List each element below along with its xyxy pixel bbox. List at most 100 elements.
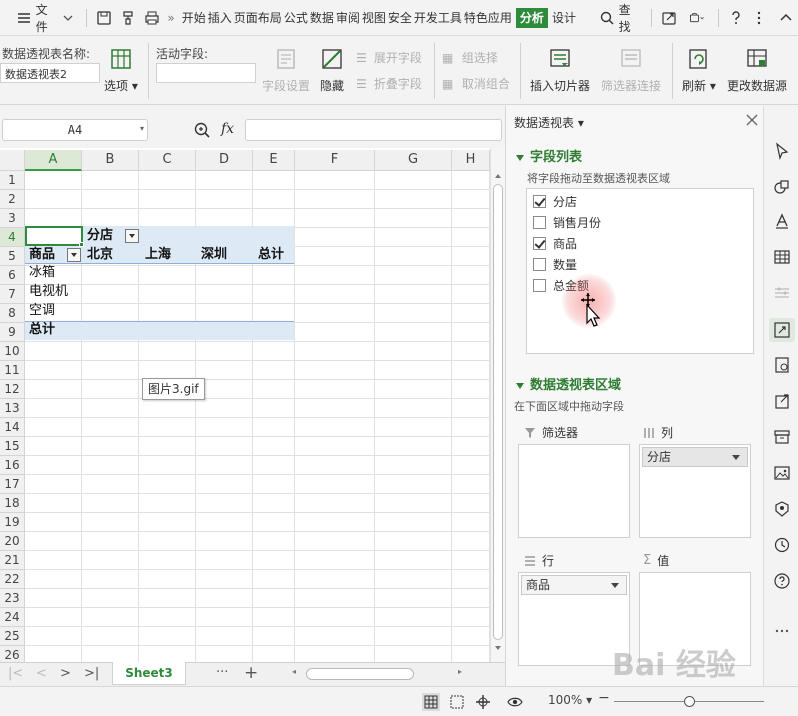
help-icon[interactable] <box>727 9 745 27</box>
horizontal-scroll-thumb[interactable] <box>306 668 414 680</box>
column-field-filter-button[interactable] <box>125 229 139 243</box>
zoom-level[interactable]: 100% ▾ <box>548 693 592 707</box>
column-header[interactable]: G <box>375 150 452 171</box>
row-header[interactable]: 7 <box>0 285 25 304</box>
help-circle-icon[interactable] <box>773 572 791 590</box>
file-menu[interactable]: 文件 <box>8 3 81 34</box>
column-header[interactable]: F <box>295 150 375 171</box>
ungroup-button[interactable]: ▦ 取消组合 <box>442 75 510 92</box>
print-icon[interactable] <box>143 9 161 27</box>
tab-security[interactable]: 安全 <box>387 8 413 28</box>
row-header[interactable]: 20 <box>0 532 25 551</box>
field-checkbox[interactable] <box>533 215 546 229</box>
zoom-slider-thumb[interactable] <box>684 696 695 707</box>
shapes-icon[interactable] <box>773 178 791 196</box>
row-header[interactable]: 2 <box>0 190 25 209</box>
tab-insert[interactable]: 插入 <box>207 8 233 28</box>
hide-button[interactable]: 隐藏 <box>320 47 344 94</box>
expand-field-button[interactable]: ☰ 展开字段 <box>356 49 422 66</box>
select-cursor-icon[interactable] <box>773 142 791 161</box>
row-header[interactable]: 9 <box>0 323 25 342</box>
row-header[interactable]: 6 <box>0 266 25 285</box>
zoom-slider[interactable] <box>614 696 764 707</box>
collapse-field-button[interactable]: ☰ 折叠字段 <box>356 75 422 92</box>
column-header[interactable]: A <box>25 150 82 171</box>
filter-connections-button[interactable]: 筛选器连接 <box>601 47 661 94</box>
row-header[interactable]: 17 <box>0 475 25 494</box>
prev-sheet-icon[interactable]: < <box>36 666 47 681</box>
options-button[interactable]: 选项 ▾ <box>104 47 138 94</box>
field-checkbox[interactable] <box>533 194 546 208</box>
columns-field-chip[interactable]: 分店 <box>642 447 748 467</box>
next-sheet-icon[interactable]: > <box>60 666 71 681</box>
tab-developer[interactable]: 开发工具 <box>413 8 463 28</box>
more-dots-icon[interactable] <box>773 622 791 640</box>
page-break-view-icon[interactable] <box>448 693 466 711</box>
row-header[interactable]: 14 <box>0 418 25 437</box>
scroll-left-arrow[interactable]: ◂ <box>292 667 296 676</box>
name-box[interactable]: A4 <box>2 119 148 141</box>
active-field-input[interactable] <box>156 63 256 83</box>
tab-review[interactable]: 审阅 <box>335 8 361 28</box>
tab-home[interactable]: 开始 <box>181 8 207 28</box>
columns-area-box[interactable]: 分店 <box>639 444 751 538</box>
scroll-down-arrow[interactable] <box>495 646 501 650</box>
field-settings-button[interactable]: 字段设置 <box>262 47 310 94</box>
tab-special-apps[interactable]: 特色应用 <box>463 8 513 28</box>
filters-area-box[interactable] <box>518 444 630 538</box>
add-sheet-button[interactable]: + <box>244 663 258 683</box>
vertical-scrollbar[interactable] <box>490 148 505 662</box>
row-header[interactable]: 13 <box>0 399 25 418</box>
column-header[interactable]: E <box>253 150 295 171</box>
export-icon[interactable] <box>773 392 791 410</box>
more-options-icon[interactable] <box>750 9 768 27</box>
row-header[interactable]: 10 <box>0 342 25 361</box>
tab-page-layout[interactable]: 页面布局 <box>233 8 283 28</box>
row-header[interactable]: 23 <box>0 589 25 608</box>
sheet-tab-sheet3[interactable]: Sheet3 <box>112 662 186 685</box>
zoom-icon[interactable] <box>193 121 211 139</box>
column-header[interactable]: H <box>452 150 490 171</box>
row-header[interactable]: 15 <box>0 437 25 456</box>
data-icon[interactable] <box>773 356 791 374</box>
collapse-ribbon-icon[interactable] <box>777 9 795 27</box>
row-header[interactable]: 25 <box>0 627 25 646</box>
refresh-button[interactable]: 刷新 ▾ <box>682 47 716 94</box>
row-header[interactable]: 19 <box>0 513 25 532</box>
share-icon[interactable] <box>660 9 678 27</box>
select-all-corner[interactable] <box>0 150 25 171</box>
change-data-source-button[interactable]: 更改数据源 <box>727 47 787 94</box>
areas-section-header[interactable]: 数据透视表区域 <box>516 374 621 393</box>
row-header[interactable]: 16 <box>0 456 25 475</box>
row-header[interactable]: 11 <box>0 361 25 380</box>
tab-analyze[interactable]: 分析 <box>515 7 548 28</box>
field-checkbox[interactable] <box>533 236 546 250</box>
field-checkbox[interactable] <box>533 257 546 271</box>
tab-design[interactable]: 设计 <box>551 8 577 28</box>
normal-view-icon[interactable] <box>422 693 440 711</box>
last-sheet-icon[interactable]: >| <box>84 666 99 681</box>
vertical-scroll-thumb[interactable] <box>493 184 503 640</box>
pivot-name-input[interactable]: 数据透视表2 <box>0 63 100 83</box>
fx-label[interactable]: fx <box>221 121 234 137</box>
horizontal-scrollbar[interactable]: ◂ ▸ <box>292 667 468 681</box>
field-list-section-header[interactable]: 字段列表 <box>516 146 582 165</box>
first-sheet-icon[interactable]: |< <box>8 666 23 681</box>
field-checkbox[interactable] <box>533 278 546 292</box>
tab-view[interactable]: 视图 <box>361 8 387 28</box>
scroll-up-arrow[interactable] <box>495 174 501 178</box>
pivot-pane-icon[interactable] <box>769 318 795 342</box>
sync-icon[interactable] <box>684 9 710 27</box>
row-header[interactable]: 1 <box>0 171 25 190</box>
more-quick-access-button[interactable]: » <box>163 4 178 32</box>
image-icon[interactable] <box>773 464 791 482</box>
more-sheets-button[interactable]: ··· <box>216 665 228 680</box>
insert-slicer-button[interactable]: 插入切片器 <box>530 47 590 94</box>
column-header[interactable]: C <box>139 150 196 171</box>
tab-formulas[interactable]: 公式 <box>283 8 309 28</box>
format-painter-icon[interactable] <box>119 9 137 27</box>
history-icon[interactable] <box>773 536 791 554</box>
settings-sliders-icon[interactable] <box>773 284 791 302</box>
row-header[interactable]: 3 <box>0 209 25 228</box>
eye-protection-icon[interactable] <box>506 693 524 711</box>
